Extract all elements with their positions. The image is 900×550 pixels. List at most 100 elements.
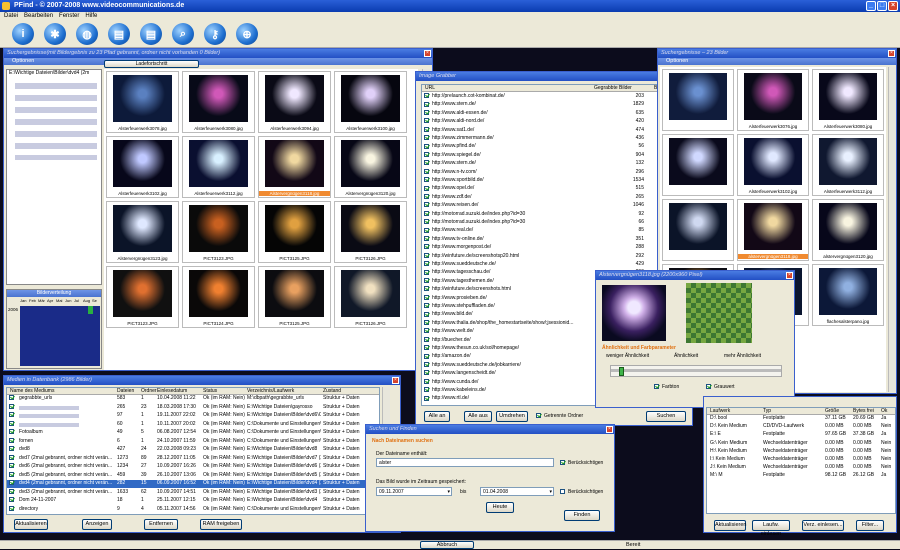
calendar-month[interactable]: Aug [83, 297, 91, 305]
date-to-picker[interactable]: 01.04.2008 ▾ [480, 487, 554, 496]
free-ram-button[interactable]: RAM freigeben [200, 519, 242, 530]
row-checkbox[interactable] [424, 387, 429, 393]
window-title[interactable]: Alstervergnügen3118.jpg (2200x960 Pixel)… [596, 271, 794, 280]
calendar-month[interactable]: Apr [47, 297, 55, 305]
table-row[interactable]: http://www.aldi-nord.de/4202 MB [422, 118, 680, 126]
thumbnail[interactable]: flachesalsterpano.jpg [812, 264, 884, 326]
maximize-button[interactable]: □ [877, 1, 887, 11]
column-header[interactable]: Bytes frei [853, 408, 874, 415]
thumbnail[interactable]: PICT3126.JPG [334, 201, 407, 263]
calendar-month[interactable]: Feb [29, 297, 37, 305]
col-images[interactable]: Gegrabbte Bilder [594, 85, 632, 92]
table-row[interactable]: I:\ Kein Medium Wechseldatenträger 0.00 MB… [707, 456, 895, 464]
thumbnail[interactable]: Alstervergnügen3120.jpg [334, 136, 407, 198]
close-button[interactable]: × [888, 1, 898, 11]
gear-icon[interactable]: ✱ [44, 23, 66, 45]
calendar-month[interactable]: Jun [65, 297, 73, 305]
info-icon[interactable]: i [12, 23, 34, 45]
table-row[interactable]: http://www.pfind.de/561 MB [422, 143, 680, 151]
table-row[interactable]: http://motorrad.suzuki.de/index.php?id=3… [422, 219, 680, 227]
book-icon[interactable]: ▤ [108, 23, 130, 45]
table-row[interactable]: J:\ Kein Medium Wechseldatenträger 0.00 MB… [707, 464, 895, 472]
key-search-icon[interactable]: ⚷ [204, 23, 226, 45]
table-row[interactable]: G:\ Kein Medium Wechseldatenträger 0.00 MB… [707, 440, 895, 448]
row-checkbox[interactable] [9, 480, 14, 486]
select-none-button[interactable]: Alle aus [464, 411, 492, 422]
thumbnail[interactable]: Alsterfeuerwerk3102.jpg [106, 136, 179, 198]
row-checkbox[interactable] [9, 463, 14, 469]
table-row[interactable]: http://www.stern.de/1321 MB [422, 160, 680, 168]
table-row[interactable]: http://www.stern.de/18298 MB [422, 101, 680, 109]
thumbnail[interactable]: Alsterfeuerwerk3102.jpg [737, 134, 809, 196]
thumbnail[interactable]: PICT3124.JPG [182, 266, 255, 328]
similarity-slider[interactable] [610, 365, 782, 377]
remove-button[interactable]: Entfernen [144, 519, 178, 530]
thumbnail[interactable]: PICT3126.JPG [334, 266, 407, 328]
cancel-button[interactable]: Abbruch [420, 541, 474, 549]
table-row[interactable]: H:\ Kein Medium Wechseldatenträger 0.00 MB… [707, 448, 895, 456]
table-row[interactable]: http://prelaunch.cot-kombinat.de/20312 M… [422, 93, 680, 101]
thumbnail[interactable]: Alsterfeuerwerk3076.jpg [737, 69, 809, 131]
menu-item[interactable]: Hilfe [85, 12, 97, 21]
thumbnail[interactable]: Alsterfeuerwerk3094.jpg [258, 71, 331, 133]
table-row[interactable]: http://www.tv-online.de/3511000 KB [422, 236, 680, 244]
row-checkbox[interactable] [424, 370, 429, 376]
row-checkbox[interactable] [424, 160, 429, 166]
row-checkbox[interactable] [424, 261, 429, 267]
filter-button[interactable]: Filter... [856, 520, 884, 531]
table-row[interactable]: 60 1 10.11.2007 20:02 Ok (im RAM: Nein) C:\D… [7, 420, 379, 429]
thumbnail[interactable] [662, 199, 734, 261]
row-checkbox[interactable] [424, 143, 429, 149]
minimize-button[interactable]: _ [866, 1, 876, 11]
close-icon[interactable]: × [888, 50, 895, 57]
table-row[interactable]: dvd6 (2mal gebrannt, ordner nicht verän.… [7, 463, 379, 471]
show-button[interactable]: Anzeigen [82, 519, 112, 530]
search-button[interactable]: Suchen [646, 411, 686, 422]
refresh-button[interactable]: Aktualisieren [14, 519, 48, 530]
column-header[interactable]: Zustand [323, 388, 341, 395]
table-row[interactable]: M:\ M Festplatte 98.12 GB 26.12 GB Ja [707, 472, 895, 480]
table-row[interactable]: http://www.sueddeutsche.de/429969 KB [422, 261, 680, 269]
row-checkbox[interactable] [424, 252, 429, 258]
close-icon[interactable]: × [606, 426, 613, 433]
table-row[interactable]: 97 1 19.11.2007 22:02 Ok (im RAM: Nein) E:\W… [7, 412, 379, 420]
row-checkbox[interactable] [9, 420, 14, 426]
gray-checkbox[interactable]: Grauwert [704, 384, 735, 390]
row-checkbox[interactable] [424, 118, 429, 124]
row-checkbox[interactable] [9, 488, 14, 494]
row-checkbox[interactable] [424, 227, 429, 233]
row-checkbox[interactable] [9, 471, 14, 477]
separate-folders-checkbox[interactable]: Getrennte Ordner [534, 413, 583, 419]
column-header[interactable]: Größe [825, 408, 839, 415]
column-header[interactable]: Ok [881, 408, 887, 415]
table-row[interactable]: dvd7 (2mal gebrannt, ordner nicht verän.… [7, 455, 379, 463]
tab-progress[interactable]: Ladefortschritt [104, 60, 199, 68]
calendar-month[interactable]: Mai [56, 297, 64, 305]
row-checkbox[interactable] [9, 497, 14, 503]
row-checkbox[interactable] [424, 269, 429, 275]
menu-item[interactable]: Datei [4, 12, 18, 21]
table-row[interactable]: fornen 6 1 24.10.2007 11:59 Ok (im RAM: Nein… [7, 437, 379, 446]
thumbnail[interactable]: Alsterfeuerwerk3080.jpg [812, 69, 884, 131]
row-checkbox[interactable] [424, 219, 429, 225]
column-header[interactable]: Status [203, 388, 217, 395]
thumbnail[interactable]: PICT3123.JPG [106, 266, 179, 328]
thumbnail[interactable]: Alsterfeuerwerk3112.jpg [182, 136, 255, 198]
column-header[interactable]: Laufwerk [710, 408, 730, 415]
table-row[interactable]: 265 23 18.03.2008 17:30 Ok (im RAM: Nein) E:… [7, 404, 379, 412]
row-checkbox[interactable] [424, 185, 429, 191]
invert-button[interactable]: Umdrehen [496, 411, 528, 422]
thumbnail[interactable]: PICT3125.JPG [258, 266, 331, 328]
row-checkbox[interactable] [424, 378, 429, 384]
table-row[interactable]: http://www.sportbild.de/15341 MB [422, 177, 680, 185]
calendar-month[interactable]: Jul [74, 297, 82, 305]
column-header[interactable]: Ordner [141, 388, 157, 395]
window-title[interactable]: Medien in Datenbank (2986 Bilder) × [4, 376, 400, 385]
search-icon[interactable]: ⌕ [172, 23, 194, 45]
tree-root[interactable]: E:\Wichtige Dateien\Bilder\dvd4 (2m [7, 70, 101, 76]
read-drive-button[interactable]: Laufw. einlesen [752, 520, 790, 537]
row-checkbox[interactable] [424, 311, 429, 317]
consider-date-checkbox[interactable]: Berücksichtigen [558, 489, 603, 495]
column-header[interactable]: Name des Mediums [10, 388, 54, 395]
row-checkbox[interactable] [9, 437, 14, 443]
